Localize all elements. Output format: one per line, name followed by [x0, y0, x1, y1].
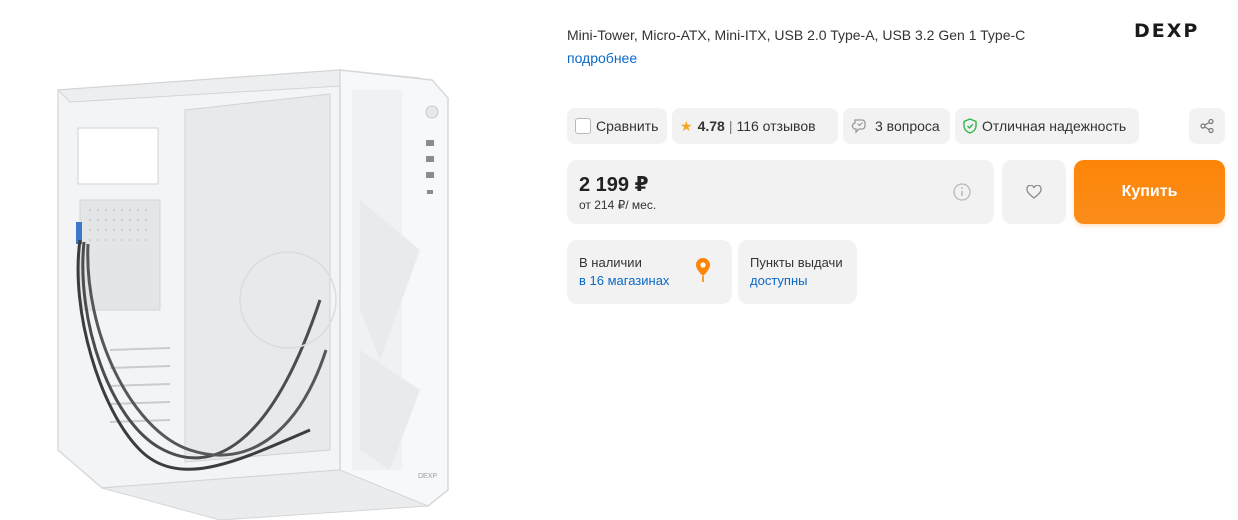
price-value: 2 199 ₽ — [579, 174, 649, 196]
rating-reviews-button[interactable]: ★ 4.78 | 116 отзывов — [672, 108, 838, 144]
availability-stores-card[interactable]: В наличии в 16 магазинах — [567, 240, 732, 304]
more-details-link[interactable]: подробнее — [567, 50, 637, 66]
reliability-badge[interactable]: Отличная надежность — [955, 108, 1139, 144]
pickup-available-link[interactable]: доступны — [750, 273, 845, 288]
questions-count: 3 вопроса — [875, 118, 940, 134]
favorite-button[interactable] — [1002, 160, 1066, 224]
star-icon: ★ — [680, 117, 693, 134]
share-button[interactable] — [1189, 108, 1225, 144]
pickup-points-label: Пункты выдачи — [750, 255, 843, 270]
product-image[interactable]: DEXP — [40, 50, 470, 520]
shield-icon — [963, 118, 977, 134]
reliability-label: Отличная надежность — [982, 118, 1127, 134]
heart-icon — [1026, 185, 1042, 199]
compare-label: Сравнить — [596, 118, 659, 134]
questions-icon — [851, 119, 866, 134]
share-icon — [1200, 118, 1214, 134]
compare-button[interactable]: Сравнить — [567, 108, 667, 144]
monthly-payment: от 214 ₽/ мес. — [579, 198, 657, 212]
pickup-points-card[interactable]: Пункты выдачи доступны — [738, 240, 857, 304]
rating-separator: | — [728, 118, 733, 134]
compare-checkbox[interactable] — [575, 118, 591, 134]
info-icon[interactable] — [953, 183, 971, 201]
brand-logo[interactable]: DEXP — [1134, 20, 1199, 42]
reviews-count: 116 отзывов — [736, 118, 816, 134]
pc-case-image: DEXP — [56, 69, 449, 520]
case-logo: DEXP — [418, 473, 437, 480]
map-pin-icon — [696, 258, 710, 282]
product-specs: Mini-Tower, Micro-ATX, Mini-ITX, USB 2.0… — [567, 27, 1026, 43]
price-box: 2 199 ₽ от 214 ₽/ мес. — [567, 160, 994, 224]
questions-button[interactable]: 3 вопроса — [843, 108, 950, 144]
rating-value: 4.78 — [697, 118, 725, 134]
buy-button[interactable]: Купить — [1074, 160, 1225, 224]
